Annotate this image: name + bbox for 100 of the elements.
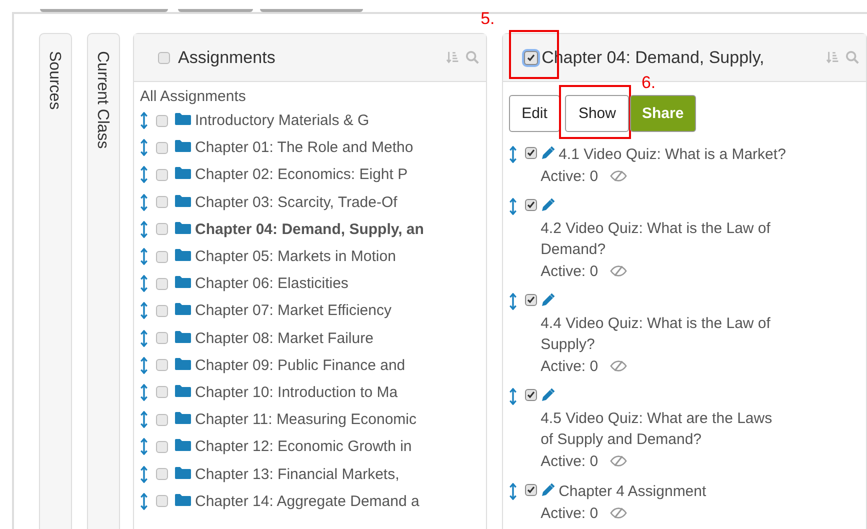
drag-handle-icon[interactable] [140, 275, 148, 292]
action-button[interactable]: Show [565, 95, 629, 132]
checkbox[interactable] [524, 484, 537, 496]
folder-title[interactable]: Chapter 11: Measuring Economic [195, 411, 416, 428]
assignment-title[interactable]: 4.4 Video Quiz: What is the Law of Supply? [540, 312, 781, 356]
folder-title[interactable]: Introductory Materials & G [195, 112, 370, 130]
pencil-icon[interactable] [540, 483, 555, 497]
assignment-title[interactable]: Chapter 4 Assignment [558, 481, 706, 502]
checkbox[interactable] [156, 414, 168, 426]
drag-handle-icon[interactable] [140, 194, 148, 211]
drag-handle-icon[interactable] [140, 248, 148, 266]
checkbox[interactable] [156, 386, 168, 398]
checkmark-icon [526, 52, 536, 62]
folder-icon [175, 466, 191, 479]
checkbox[interactable] [156, 114, 168, 127]
drag-handle-icon[interactable] [140, 411, 148, 428]
checkbox[interactable] [524, 50, 538, 64]
status-text: Active: 0 [540, 262, 598, 282]
checkbox[interactable] [156, 304, 168, 317]
eye-slash-icon[interactable] [610, 455, 628, 468]
checkmark-icon [526, 200, 536, 210]
folder-title[interactable]: Chapter 10: Introduction to Ma [195, 384, 398, 401]
folder-icon [175, 112, 191, 126]
pencil-icon[interactable] [540, 146, 555, 160]
folder-title[interactable]: Chapter 14: Aggregate Demand a [195, 492, 420, 510]
folder-title[interactable]: Chapter 03: Scarcity, Trade-Of [195, 194, 398, 211]
drag-handle-icon[interactable] [140, 356, 148, 374]
checkbox[interactable] [524, 294, 537, 306]
checkbox[interactable] [156, 359, 168, 372]
drag-handle-icon[interactable] [140, 438, 148, 456]
checkbox[interactable] [156, 142, 168, 154]
checkbox[interactable] [156, 250, 168, 263]
drag-handle-icon[interactable] [140, 384, 148, 401]
folder-icon [175, 438, 191, 452]
folder-icon [175, 492, 191, 506]
checkbox[interactable] [156, 332, 168, 344]
checkbox[interactable] [524, 147, 537, 159]
group-label: All Assignments [140, 88, 247, 107]
drag-handle-icon[interactable] [140, 139, 148, 156]
folder-icon [175, 275, 191, 288]
pencil-icon[interactable] [540, 198, 555, 212]
folder-title[interactable]: Chapter 07: Market Efficiency [195, 302, 392, 320]
drag-handle-icon[interactable] [508, 146, 517, 163]
folder-title[interactable]: Chapter 04: Demand, Supply, an [195, 220, 424, 238]
checkbox[interactable] [156, 168, 168, 181]
drag-handle-icon[interactable] [140, 466, 148, 483]
eye-slash-icon[interactable] [610, 265, 628, 278]
folder-icon [175, 411, 191, 424]
pencil-icon[interactable] [540, 293, 555, 307]
folder-title[interactable]: Chapter 05: Markets in Motion [195, 248, 396, 266]
checkbox[interactable] [156, 196, 168, 208]
folder-title[interactable]: Chapter 08: Market Failure [195, 330, 374, 347]
checkmark-icon [526, 295, 536, 305]
drag-handle-icon[interactable] [508, 198, 517, 215]
folder-icon [175, 356, 191, 370]
checkbox[interactable] [156, 495, 168, 508]
folder-icon [175, 384, 191, 397]
side-tab[interactable]: Current Class [87, 33, 120, 529]
drag-handle-icon[interactable] [140, 112, 148, 130]
drag-handle-icon[interactable] [140, 330, 148, 347]
pencil-icon[interactable] [540, 388, 555, 402]
folder-icon [175, 248, 191, 262]
panel-title: Assignments [178, 48, 276, 68]
folder-title[interactable]: Chapter 12: Economic Growth in [195, 438, 412, 456]
checkmark-icon [526, 390, 536, 400]
checkbox[interactable] [156, 440, 168, 453]
folder-title[interactable]: Chapter 02: Economics: Eight P [195, 166, 408, 184]
folder-title[interactable]: Chapter 01: The Role and Metho [195, 139, 414, 156]
checkbox[interactable] [524, 389, 537, 401]
eye-slash-icon[interactable] [610, 360, 628, 372]
folder-title[interactable]: Chapter 09: Public Finance and [195, 356, 406, 374]
drag-handle-icon[interactable] [508, 388, 517, 405]
folder-icon [175, 302, 191, 316]
action-button[interactable]: Edit [508, 95, 560, 132]
folder-title[interactable]: Chapter 13: Financial Markets, [195, 466, 400, 483]
status-text: Active: 0 [540, 356, 598, 376]
folder-icon [175, 194, 191, 207]
drag-handle-icon[interactable] [140, 492, 148, 510]
status-text: Active: 0 [540, 452, 598, 472]
eye-slash-icon[interactable] [610, 170, 628, 182]
assignment-title[interactable]: 4.5 Video Quiz: What are the Laws of Supply and Demand? [540, 408, 781, 450]
drag-handle-icon[interactable] [140, 220, 148, 238]
checkbox[interactable] [156, 223, 168, 236]
side-tab[interactable]: Sources [39, 33, 72, 529]
checkbox[interactable] [524, 199, 537, 211]
assignment-title[interactable]: 4.1 Video Quiz: What is a Market? [558, 144, 786, 166]
checkbox[interactable] [156, 468, 168, 480]
annotation-number: 6. [641, 73, 656, 93]
checkmark-icon [526, 148, 536, 158]
checkbox[interactable] [158, 52, 170, 64]
drag-handle-icon[interactable] [508, 483, 517, 500]
folder-icon [175, 330, 191, 343]
drag-handle-icon[interactable] [508, 293, 517, 310]
folder-title[interactable]: Chapter 06: Elasticities [195, 275, 348, 292]
assignment-title[interactable]: 4.2 Video Quiz: What is the Law of Demand? [540, 218, 781, 260]
drag-handle-icon[interactable] [140, 302, 148, 320]
status-text: Active: 0 [540, 504, 598, 524]
checkbox[interactable] [156, 278, 168, 290]
eye-slash-icon[interactable] [610, 507, 628, 520]
drag-handle-icon[interactable] [140, 166, 148, 184]
